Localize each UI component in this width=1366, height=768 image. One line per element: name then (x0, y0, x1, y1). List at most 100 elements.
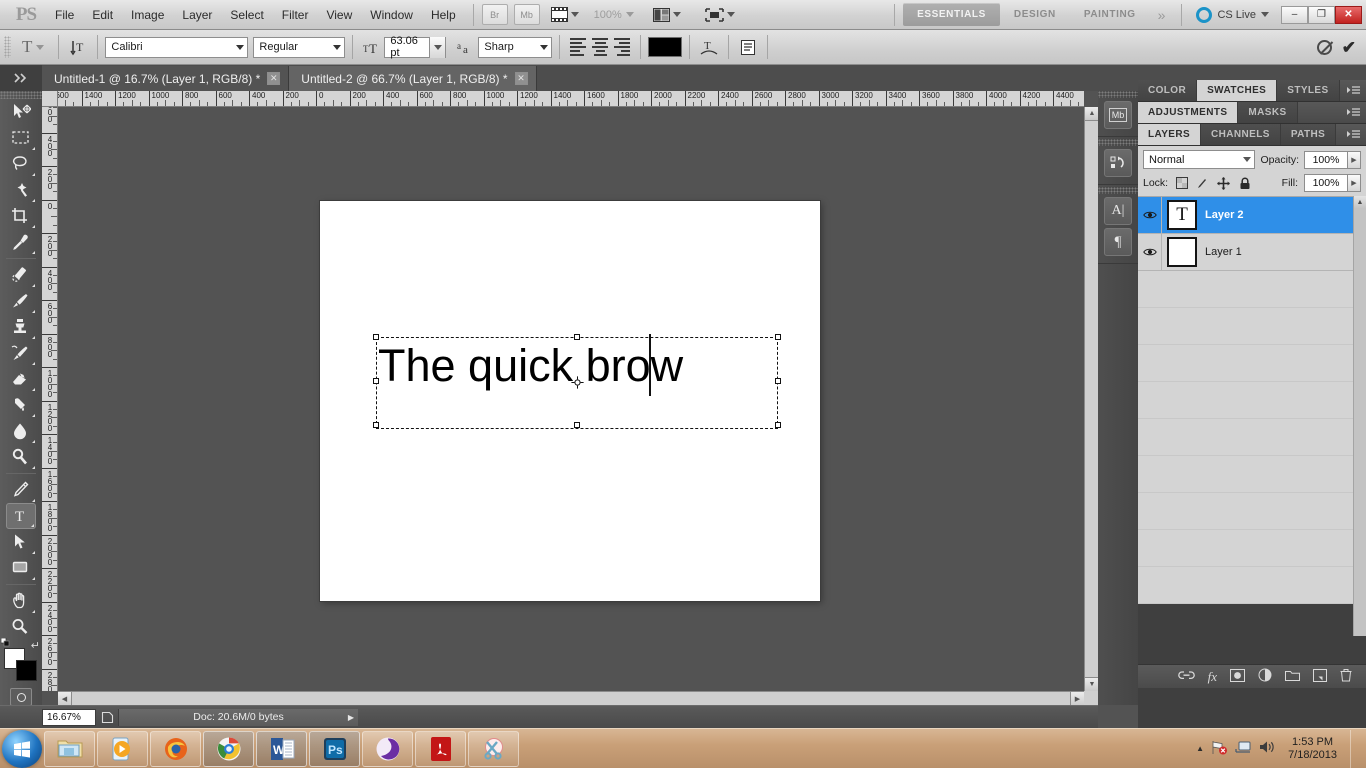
clone-stamp-tool[interactable] (6, 314, 36, 340)
menu-window[interactable]: Window (361, 3, 422, 27)
taskbar-windows-explorer[interactable] (44, 730, 95, 767)
path-selection-tool[interactable] (6, 529, 36, 555)
spot-healing-brush-tool[interactable] (6, 262, 36, 288)
taskbar-snipping-tool[interactable] (468, 730, 519, 767)
scroll-up-button[interactable]: ▲ (1085, 107, 1099, 121)
menu-edit[interactable]: Edit (83, 3, 122, 27)
background-color-swatch[interactable] (16, 660, 37, 681)
gradient-tool[interactable] (6, 392, 36, 418)
type-layer-text[interactable]: The quick brow (378, 343, 683, 388)
lasso-tool[interactable] (6, 151, 36, 177)
layers-scroll-up-button[interactable]: ▲ (1354, 196, 1366, 208)
delete-layer-icon[interactable] (1340, 668, 1352, 685)
quick-selection-tool[interactable] (6, 177, 36, 203)
layer-row[interactable]: T Layer 2 (1138, 196, 1366, 234)
canvas-vertical-scrollbar[interactable]: ▲ ▼ (1084, 107, 1099, 691)
layer-visibility-toggle[interactable] (1138, 196, 1162, 234)
menu-layer[interactable]: Layer (173, 3, 221, 27)
opacity-value[interactable]: 100% (1304, 150, 1348, 169)
dodge-tool[interactable] (6, 444, 36, 470)
dock-grip-2[interactable] (1098, 139, 1138, 146)
mini-bridge-button[interactable]: Mb (1104, 101, 1132, 129)
commit-edits-icon[interactable]: ✔ (1342, 39, 1356, 56)
show-hidden-icons-icon[interactable]: ▲ (1196, 744, 1204, 753)
workspace-essentials[interactable]: ESSENTIALS (903, 3, 1000, 26)
layer-thumbnail[interactable] (1167, 237, 1197, 267)
new-layer-icon[interactable] (1313, 668, 1327, 685)
clock[interactable]: 1:53 PM 7/18/2013 (1282, 736, 1343, 762)
create-warped-text-button[interactable]: T (697, 35, 721, 59)
move-tool[interactable] (6, 99, 36, 125)
character-panel-button[interactable]: A| (1104, 197, 1132, 225)
rectangle-tool[interactable] (6, 555, 36, 581)
font-family-select[interactable]: Calibri (105, 36, 249, 58)
document-info-expand-icon[interactable]: ▶ (348, 713, 354, 722)
menu-help[interactable]: Help (422, 3, 465, 27)
text-color-swatch[interactable] (648, 37, 683, 57)
font-size-dropdown-button[interactable] (428, 36, 446, 58)
arrange-documents-button[interactable] (648, 3, 686, 27)
fill-slider-button[interactable]: ▶ (1348, 174, 1361, 192)
add-layer-style-icon[interactable]: fx (1208, 669, 1217, 685)
zoom-chevron-down-icon[interactable] (625, 12, 634, 17)
handle-middle-right[interactable] (775, 378, 781, 384)
screen-mode-button[interactable] (700, 3, 740, 27)
layer-thumbnail[interactable]: T (1167, 200, 1197, 230)
cancel-edits-icon[interactable] (1316, 39, 1332, 55)
launch-mini-bridge-button[interactable]: Mb (513, 4, 540, 25)
lock-image-pixels-icon[interactable] (1195, 176, 1210, 191)
current-tool-preset-button[interactable]: T (15, 37, 51, 57)
align-text-right-button[interactable] (611, 36, 633, 58)
close-button[interactable]: ✕ (1335, 5, 1362, 24)
panel-tab-layers[interactable]: LAYERS (1138, 124, 1202, 145)
start-button[interactable] (2, 729, 42, 768)
panel-tab-paths[interactable]: PATHS (1280, 124, 1337, 145)
font-style-select[interactable]: Regular (253, 36, 346, 58)
handle-top-right[interactable] (775, 334, 781, 340)
document-proxy-icon[interactable] (96, 709, 118, 726)
options-bar-grip[interactable] (4, 36, 11, 58)
taskbar-firefox[interactable] (150, 730, 201, 767)
volume-icon[interactable] (1259, 740, 1275, 757)
panel-menu-button-3[interactable] (1341, 124, 1366, 145)
anti-alias-select[interactable]: Sharp (478, 36, 553, 58)
panel-tab-channels[interactable]: CHANNELS (1201, 124, 1281, 145)
quick-mask-mode-button[interactable] (10, 688, 32, 706)
panel-tab-color[interactable]: COLOR (1138, 80, 1198, 101)
action-center-icon[interactable] (1211, 740, 1228, 758)
taskbar-bittorrent[interactable] (362, 730, 413, 767)
pen-tool[interactable] (6, 477, 36, 503)
panel-menu-button-2[interactable] (1341, 102, 1366, 123)
link-layers-icon[interactable] (1177, 670, 1195, 684)
taskbar-google-chrome[interactable] (203, 730, 254, 767)
panel-tab-swatches[interactable]: SWATCHES (1197, 80, 1278, 101)
collapse-to-icons-button[interactable] (0, 65, 42, 91)
toggle-character-paragraph-panels-button[interactable] (736, 35, 760, 59)
history-button[interactable] (1104, 149, 1132, 177)
canvas-viewport[interactable]: The quick brow (58, 107, 1084, 691)
toggle-text-orientation-button[interactable]: T (66, 35, 90, 59)
restore-button[interactable]: ❐ (1308, 5, 1335, 24)
document-canvas[interactable]: The quick brow (320, 201, 820, 601)
scroll-right-button[interactable]: ▶ (1070, 692, 1084, 706)
panel-tab-styles[interactable]: STYLES (1277, 80, 1340, 101)
dock-grip-1[interactable] (1098, 91, 1138, 98)
rectangular-marquee-tool[interactable] (6, 125, 36, 151)
close-document-icon[interactable]: ✕ (267, 72, 281, 85)
layer-name[interactable]: Layer 1 (1205, 246, 1242, 258)
eraser-tool[interactable] (6, 366, 36, 392)
menu-select[interactable]: Select (221, 3, 272, 27)
panel-tab-adjustments[interactable]: ADJUSTMENTS (1138, 102, 1239, 123)
blend-mode-select[interactable]: Normal (1143, 150, 1256, 169)
taskbar-windows-media-player[interactable] (97, 730, 148, 767)
lock-position-icon[interactable] (1216, 176, 1231, 191)
zoom-percent-input[interactable]: 16.67% (42, 708, 96, 726)
more-workspaces-button[interactable]: » (1150, 7, 1174, 23)
cs-live-button[interactable]: CS Live (1190, 6, 1275, 23)
document-tab-1[interactable]: Untitled-1 @ 16.7% (Layer 1, RGB/8) * ✕ (42, 66, 290, 91)
document-tab-2[interactable]: Untitled-2 @ 66.7% (Layer 1, RGB/8) * ✕ (289, 66, 537, 91)
blur-tool[interactable] (6, 418, 36, 444)
lock-transparent-pixels-icon[interactable] (1174, 176, 1189, 191)
lock-all-icon[interactable] (1237, 176, 1252, 191)
toolbox-grip[interactable] (0, 91, 42, 99)
